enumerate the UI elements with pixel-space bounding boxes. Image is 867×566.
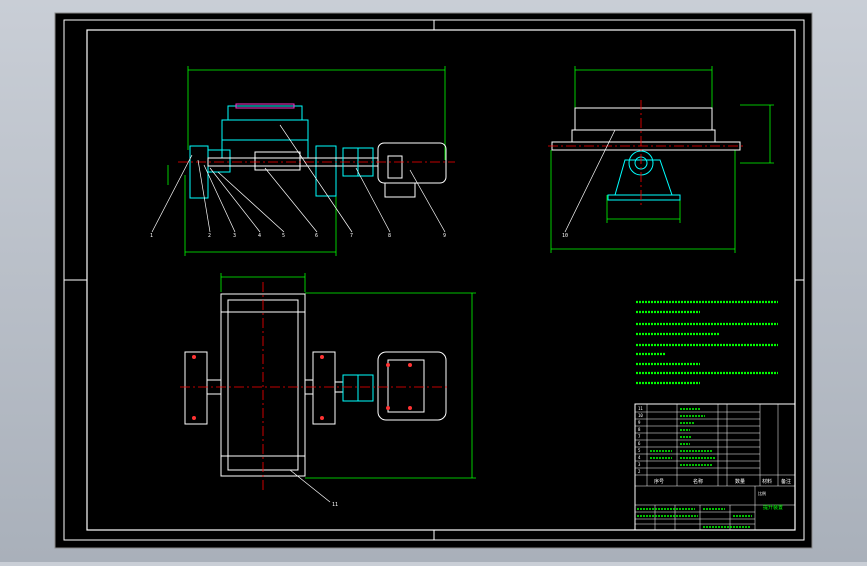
balloon-label: 11 bbox=[332, 502, 338, 508]
balloon-label: 10 bbox=[562, 233, 568, 239]
header-cell: 数量 bbox=[735, 478, 745, 485]
balloon-label: 8 bbox=[388, 233, 391, 239]
row-number: 11 bbox=[638, 406, 643, 411]
header-cell: 名称 bbox=[693, 478, 703, 485]
scale-label: 比例 bbox=[758, 490, 766, 496]
balloon-label: 6 bbox=[315, 233, 318, 239]
row-number: 10 bbox=[638, 413, 643, 418]
header-cell: 序号 bbox=[654, 478, 664, 485]
header-cell: 备注 bbox=[781, 478, 791, 485]
balloon-label: 2 bbox=[208, 233, 211, 239]
balloon-label: 7 bbox=[350, 233, 353, 239]
cad-viewport[interactable]: 1 2 3 4 5 6 7 8 9 10 11 11 10 9 8 7 6 5 … bbox=[0, 0, 867, 562]
balloon-label: 1 bbox=[150, 233, 153, 239]
balloon-label: 9 bbox=[443, 233, 446, 239]
header-cell: 材料 bbox=[762, 478, 772, 485]
balloon-label: 3 bbox=[233, 233, 236, 239]
balloon-label: 4 bbox=[258, 233, 261, 239]
drawing-title: 提升装置 bbox=[763, 504, 783, 511]
balloon-label: 5 bbox=[282, 233, 285, 239]
cad-drawing[interactable]: 1 2 3 4 5 6 7 8 9 10 11 11 10 9 8 7 6 5 … bbox=[0, 0, 867, 562]
